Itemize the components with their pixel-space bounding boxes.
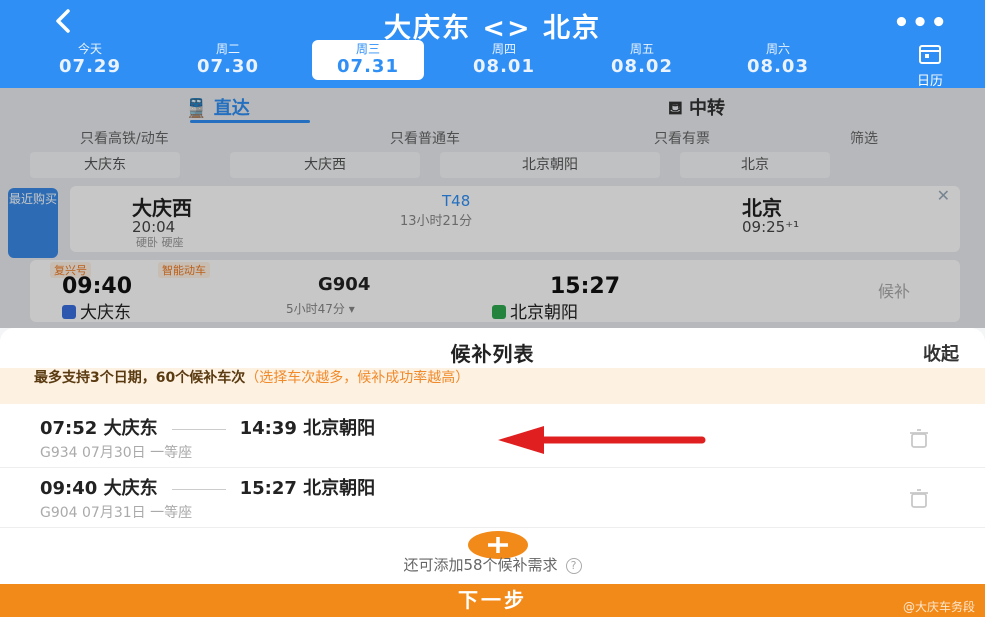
help-icon[interactable]: ? [565,558,582,574]
date-tab[interactable]: 周二 07.30 [172,42,284,80]
waitlist-sheet: 候补列表 收起 最多支持3个日期，60个候补车次（选择车次越多，候补成功率越高）… [0,328,985,617]
calendar-label: 日历 [916,74,943,89]
date-value: 07.31 [337,56,399,77]
watermark: @大庆车务段 [902,600,975,614]
date-tab[interactable]: 周四 08.01 [448,42,560,80]
route-dash [171,488,226,490]
trash-icon[interactable] [907,428,931,448]
date-value: 07.30 [197,56,259,77]
dep-station: 大庆东 [103,478,158,499]
date-tab-selected[interactable]: 周三 07.31 [312,40,424,80]
date-tab[interactable]: 今天 07.29 [34,42,146,80]
waitlist-item[interactable]: 09:40 大庆东 15:27 北京朝阳 G904 07月31日 一等座 [0,468,985,528]
date-value: 08.01 [473,56,535,77]
date-value: 07.29 [59,56,121,77]
notice-banner: 最多支持3个日期，60个候补车次（选择车次越多，候补成功率越高） [0,368,985,404]
more-menu-button[interactable]: ••• [893,8,949,38]
dep-time: 07:52 [40,418,98,439]
date-weekday: 周六 [765,42,790,56]
date-tab[interactable]: 周六 08.03 [722,42,834,80]
calendar-button[interactable]: 日历 [903,44,957,89]
add-hint: 还可添加58个候补需求? [0,554,985,575]
date-weekday: 今天 [77,42,102,56]
collapse-button[interactable]: 收起 [923,340,959,366]
arr-station: 北京朝阳 [303,418,376,439]
date-value: 08.02 [611,56,673,77]
date-value: 08.03 [747,56,809,77]
notice-hint: （选择车次越多，候补成功率越高） [245,370,470,386]
notice-main: 最多支持3个日期，60个候补车次 [34,370,246,386]
trash-icon[interactable] [907,488,931,508]
date-tab[interactable]: 周五 08.02 [586,42,698,80]
waitlist-item[interactable]: 07:52 大庆东 14:39 北京朝阳 G934 07月30日 一等座 [0,408,985,468]
date-weekday: 周四 [491,42,516,56]
route-line: 07:52 大庆东 14:39 北京朝阳 [40,414,375,440]
modal-overlay[interactable] [0,88,985,328]
header-bar: 大庆东 <> 北京 ••• 今天 07.29 周二 07.30 周三 07.31… [0,0,985,89]
arr-time: 15:27 [239,478,297,499]
add-hint-label: 还可添加58个候补需求 [403,556,558,574]
page-title: 大庆东 <> 北京 [383,13,602,44]
next-step-button[interactable]: 下一步 [0,584,985,617]
item-detail: G934 07月30日 一等座 [40,445,193,461]
route-dash [171,428,226,430]
date-weekday: 周五 [629,42,654,56]
date-weekday: 周二 [215,42,240,56]
sheet-title: 候补列表 [450,342,535,366]
calendar-icon [919,45,941,64]
arr-station: 北京朝阳 [303,478,376,499]
dep-time: 09:40 [40,478,98,499]
red-arrow-icon [498,426,706,454]
item-detail: G904 07月31日 一等座 [40,505,193,521]
date-weekday: 周三 [355,42,380,56]
arr-time: 14:39 [239,418,297,439]
route-line: 09:40 大庆东 15:27 北京朝阳 [40,474,375,500]
date-selector: 今天 07.29 周二 07.30 周三 07.31 周四 08.01 周五 0… [22,40,862,80]
dep-station: 大庆东 [103,418,158,439]
